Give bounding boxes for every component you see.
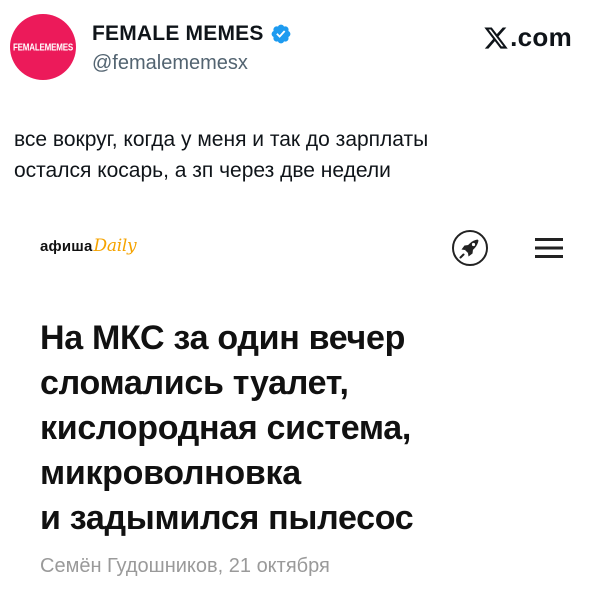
site-logo-secondary: Daily (93, 236, 137, 256)
x-brand-text: .com (510, 22, 572, 52)
handle[interactable]: @femalememesx (92, 52, 248, 75)
tweet-text: все вокруг, когда у меня и так до зарпла… (14, 124, 584, 186)
x-brand: .com (483, 22, 572, 53)
headline-line: На МКС за один вечер (40, 319, 406, 357)
tweet-text-line: все вокруг, когда у меня и так до зарпла… (14, 128, 429, 151)
avatar-text: FEMALEMEMES (12, 41, 74, 53)
display-name[interactable]: FEMALE MEMES (92, 22, 264, 46)
site-logo-primary: афиша (40, 238, 93, 255)
article-headline: На МКС за один вечер сломались туалет, к… (40, 316, 580, 541)
headline-line: микроволновка (40, 454, 301, 492)
headline-line: сломались туалет, (40, 364, 349, 402)
headline-line: кислородная система, (40, 409, 412, 447)
headline-line: и задымился пылесос (40, 499, 414, 537)
menu-icon[interactable] (535, 237, 563, 259)
verified-badge-icon (271, 24, 290, 44)
site-logo: афиша Daily (40, 236, 137, 256)
tweet-text-line: остался косарь, а зп через две недели (14, 159, 391, 182)
article-byline: Семён Гудошников, 21 октября (40, 555, 330, 577)
display-name-row: FEMALE MEMES (92, 22, 292, 46)
rocket-icon (452, 230, 488, 266)
avatar[interactable]: FEMALEMEMES (10, 14, 76, 80)
post-header: FEMALEMEMES FEMALE MEMES @femalememesx .… (10, 14, 590, 84)
x-logo-icon (484, 26, 508, 49)
media-screenshot[interactable]: афиша Daily На МКС за один вечер сломали… (0, 212, 600, 600)
